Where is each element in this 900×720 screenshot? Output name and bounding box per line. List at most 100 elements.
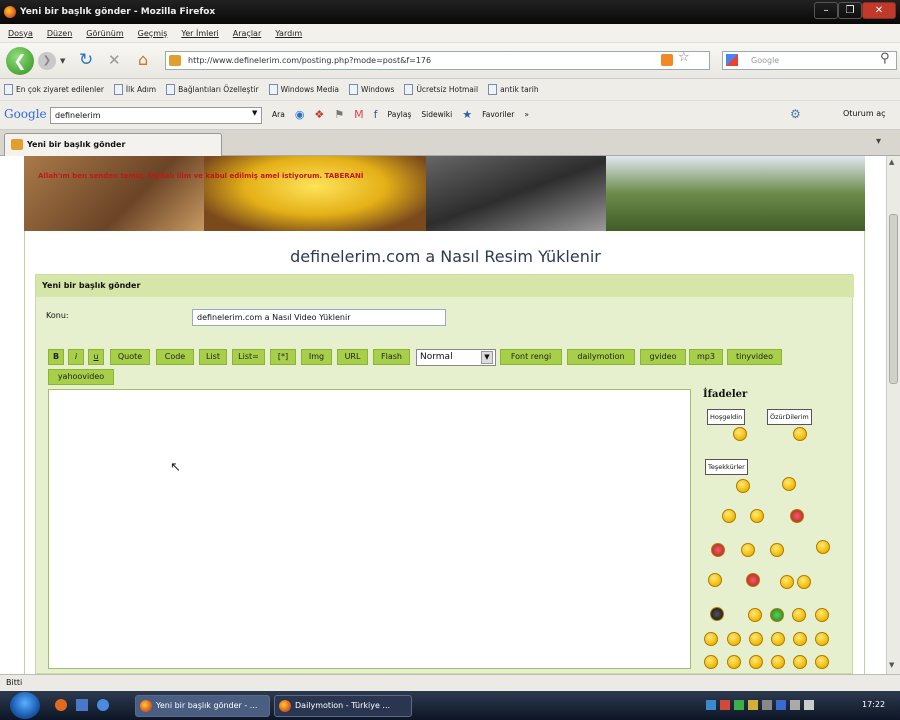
stop-icon[interactable]: ✕	[108, 51, 121, 69]
scroll-up-icon[interactable]: ▲	[889, 158, 894, 166]
tab-new-topic[interactable]: Yeni bir başlık gönder	[4, 133, 222, 156]
menu-file[interactable]: Dosya	[8, 29, 33, 38]
task-firefox-window[interactable]: Yeni bir başlık gönder - ...	[135, 695, 270, 717]
img-button[interactable]: Img	[301, 349, 332, 365]
smiley-icon[interactable]	[733, 427, 747, 441]
smiley-icon[interactable]	[780, 575, 794, 589]
tray-icon[interactable]	[734, 700, 744, 710]
list-button[interactable]: List	[199, 349, 227, 365]
more-icon[interactable]: »	[524, 110, 529, 119]
smiley-icon[interactable]	[793, 655, 807, 669]
code-button[interactable]: Code	[156, 349, 194, 365]
menu-history[interactable]: Geçmiş	[138, 29, 168, 38]
back-button[interactable]: ❮	[6, 47, 34, 75]
flash-button[interactable]: Flash	[373, 349, 410, 365]
bookmark-star-icon[interactable]: ☆	[678, 50, 690, 65]
yahoovideo-button[interactable]: yahoovideo	[48, 369, 114, 385]
smiley-icon[interactable]	[748, 608, 762, 622]
quicklaunch-firefox-icon[interactable]	[55, 699, 67, 711]
page-scrollbar[interactable]: ▲ ▼	[886, 156, 900, 674]
gvideo-button[interactable]: gvideo	[640, 349, 686, 365]
bookmark-antik-tarih[interactable]: antik tarih	[488, 84, 539, 95]
reload-icon[interactable]: ↻	[79, 50, 93, 70]
smiley-icon[interactable]	[722, 509, 736, 523]
tab-list-icon[interactable]: ▾	[876, 136, 881, 147]
smiley-icon[interactable]	[815, 632, 829, 646]
smiley-icon[interactable]	[711, 543, 725, 557]
chevron-down-icon[interactable]: ▼	[481, 351, 493, 364]
bookmark-customize-links[interactable]: Bağlantıları Özelleştir	[166, 84, 259, 95]
gmail-icon[interactable]: M	[354, 108, 364, 121]
search-input[interactable]: Google	[722, 51, 897, 70]
subject-input[interactable]: definelerim.com a Nasıl Video Yüklenir	[192, 309, 446, 326]
network-icon[interactable]	[790, 700, 800, 710]
menu-help[interactable]: Yardım	[275, 29, 302, 38]
task-dailymotion-window[interactable]: Dailymotion - Türkiye ...	[274, 695, 412, 717]
menu-tools[interactable]: Araçlar	[233, 29, 261, 38]
menu-view[interactable]: Görünüm	[86, 29, 123, 38]
share-button[interactable]: Paylaş	[388, 110, 412, 119]
smiley-icon[interactable]	[704, 632, 718, 646]
smiley-icon[interactable]	[710, 607, 724, 621]
wrench-icon[interactable]: ⚙	[790, 107, 801, 121]
favorites-button[interactable]: Favoriler	[482, 110, 514, 119]
sign-in-button[interactable]: Oturum aç	[843, 109, 886, 118]
bookmark-windows[interactable]: Windows	[348, 84, 394, 95]
url-input[interactable]: http://www.definelerim.com/posting.php?m…	[165, 51, 710, 70]
smiley-icon[interactable]	[771, 632, 785, 646]
italic-button[interactable]: i	[68, 349, 84, 365]
smiley-icon[interactable]	[797, 575, 811, 589]
smiley-sign-welcome[interactable]: Hoşgeldin	[707, 409, 746, 425]
maximize-button[interactable]: ❐	[838, 2, 862, 19]
start-button[interactable]	[10, 692, 40, 719]
tray-icon[interactable]	[762, 700, 772, 710]
quote-button[interactable]: Quote	[110, 349, 150, 365]
smiley-icon[interactable]	[770, 608, 784, 622]
smiley-icon[interactable]	[815, 608, 829, 622]
smiley-icon[interactable]	[741, 543, 755, 557]
smiley-icon[interactable]	[770, 543, 784, 557]
scrollbar-thumb[interactable]	[889, 214, 898, 384]
google-search-button[interactable]: Ara	[272, 110, 285, 119]
tray-icon[interactable]	[748, 700, 758, 710]
home-icon[interactable]: ⌂	[138, 50, 148, 69]
search-go-icon[interactable]: ⚲	[880, 51, 890, 66]
quicklaunch-desktop-icon[interactable]	[76, 699, 88, 711]
smiley-sign-sorry[interactable]: ÖzürDilerim	[767, 409, 812, 425]
message-textarea[interactable]	[48, 389, 691, 669]
forward-button[interactable]: ❯	[38, 52, 56, 70]
history-dropdown-icon[interactable]: ▼	[60, 57, 65, 65]
google-search-input[interactable]: definelerim	[50, 107, 262, 124]
smiley-icon[interactable]	[771, 655, 785, 669]
smiley-icon[interactable]	[749, 632, 763, 646]
smiley-icon[interactable]	[793, 632, 807, 646]
scroll-down-icon[interactable]: ▼	[889, 661, 894, 669]
smiley-icon[interactable]	[815, 655, 829, 669]
sidewiki-button[interactable]: Sidewiki	[421, 110, 452, 119]
close-button[interactable]: ✕	[862, 2, 896, 19]
smiley-icon[interactable]	[727, 655, 741, 669]
bookmarks-icon[interactable]: ❖	[314, 108, 324, 121]
font-color-button[interactable]: Font rengi	[500, 349, 562, 365]
smiley-icon[interactable]	[736, 479, 750, 493]
smiley-icon[interactable]	[792, 608, 806, 622]
smiley-icon[interactable]	[708, 573, 722, 587]
minimize-button[interactable]: –	[814, 2, 838, 19]
tray-icon[interactable]	[720, 700, 730, 710]
globe-icon[interactable]: ◉	[295, 108, 305, 121]
google-dropdown-icon[interactable]: ▼	[252, 109, 257, 117]
translate-icon[interactable]: ⚑	[334, 108, 344, 121]
url-button[interactable]: URL	[337, 349, 368, 365]
smiley-icon[interactable]	[704, 655, 718, 669]
ordered-list-button[interactable]: List=	[232, 349, 265, 365]
volume-icon[interactable]	[804, 700, 814, 710]
menu-edit[interactable]: Düzen	[47, 29, 72, 38]
menu-bookmarks[interactable]: Yer İmleri	[181, 29, 218, 38]
rss-icon[interactable]	[661, 54, 673, 66]
tinyvideo-button[interactable]: tinyvideo	[727, 349, 782, 365]
smiley-icon[interactable]	[782, 477, 796, 491]
bold-button[interactable]: B	[48, 349, 64, 365]
bookmark-most-visited[interactable]: En çok ziyaret edilenler	[4, 84, 104, 95]
smiley-icon[interactable]	[793, 427, 807, 441]
mp3-button[interactable]: mp3	[689, 349, 723, 365]
